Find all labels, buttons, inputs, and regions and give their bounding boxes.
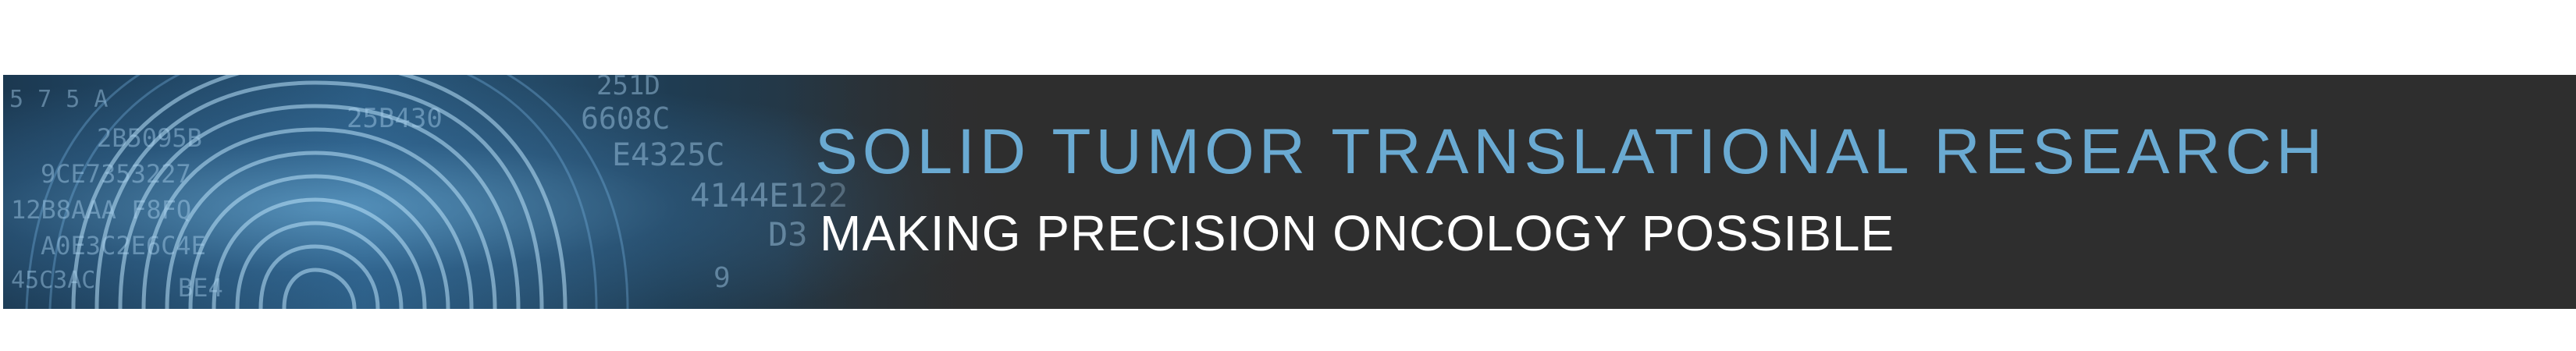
- hex-fragment: 5 7 5 A: [9, 86, 109, 113]
- image-fade-overlay: [784, 75, 1034, 309]
- hex-fragment: 12B8AAA F8FQ: [11, 195, 192, 225]
- hex-fragment: A0E3C2E6C4E: [41, 231, 206, 261]
- hex-fragment: 25B430: [347, 103, 443, 134]
- hex-fragment: 9: [713, 262, 731, 294]
- fingerprint-image: 5 7 5 A 2B5095B 9CE7353227 12B8AAA F8FQ …: [3, 75, 1034, 309]
- hex-fragment: 2B5095B: [97, 123, 202, 153]
- hex-fragment: E4325C: [612, 137, 725, 173]
- banner-subtitle: MAKING PRECISION ONCOLOGY POSSIBLE: [820, 205, 1895, 261]
- hex-fragment: BE4: [178, 273, 223, 303]
- hex-fragment: 251D: [596, 75, 660, 101]
- hex-fragment: 9CE7353227: [41, 159, 191, 189]
- hero-banner: 5 7 5 A 2B5095B 9CE7353227 12B8AAA F8FQ …: [3, 75, 2576, 309]
- banner-title: SOLID TUMOR TRANSLATIONAL RESEARCH: [815, 116, 2327, 187]
- hex-fragment: 6608C: [581, 101, 671, 136]
- hex-fragment: 45C3AC: [11, 267, 96, 294]
